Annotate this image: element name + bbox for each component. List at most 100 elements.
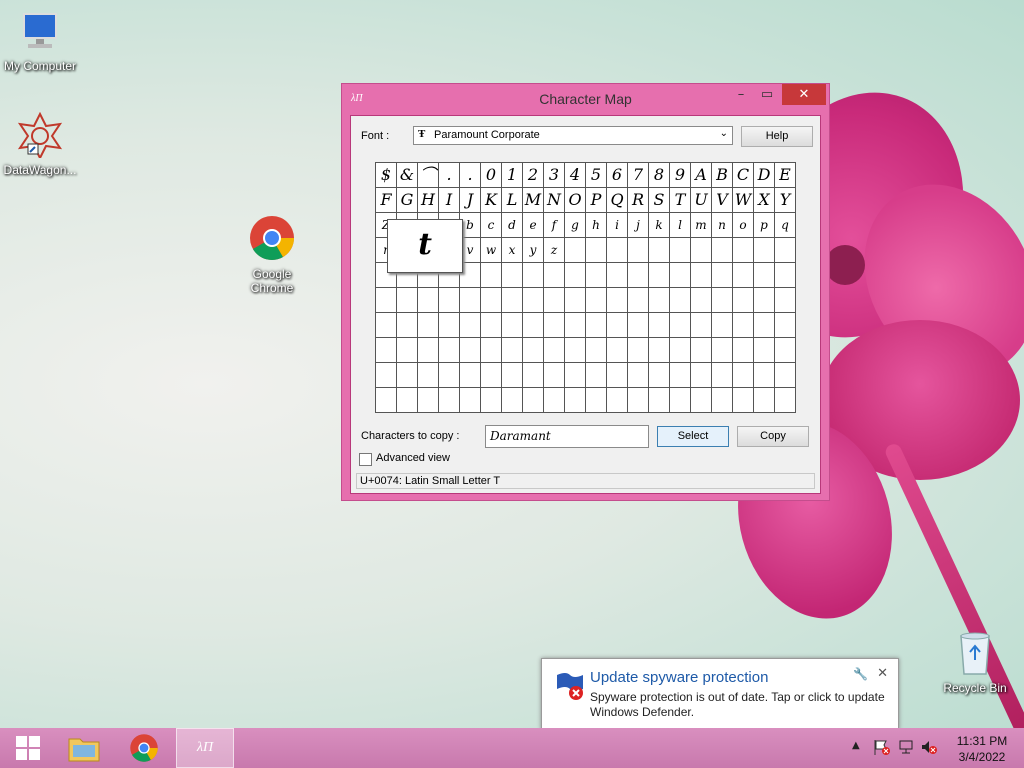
grid-cell[interactable]: z — [544, 238, 565, 263]
grid-cell[interactable] — [523, 263, 544, 288]
grid-cell[interactable] — [649, 313, 670, 338]
grid-cell[interactable] — [481, 288, 502, 313]
grid-cell[interactable] — [775, 388, 796, 413]
grid-cell[interactable] — [523, 363, 544, 388]
grid-cell[interactable]: I — [439, 188, 460, 213]
grid-cell[interactable]: m — [691, 213, 712, 238]
grid-cell[interactable] — [628, 263, 649, 288]
grid-cell[interactable] — [502, 338, 523, 363]
grid-cell[interactable] — [481, 388, 502, 413]
grid-cell[interactable]: l — [670, 213, 691, 238]
grid-cell[interactable]: J — [460, 188, 481, 213]
grid-cell[interactable] — [691, 263, 712, 288]
chars-to-copy-input[interactable]: Daramant — [485, 425, 649, 448]
grid-cell[interactable] — [439, 338, 460, 363]
datawagon-icon[interactable]: DataWagon... — [0, 111, 80, 177]
google-chrome-icon[interactable]: Google Chrome — [232, 214, 312, 295]
grid-cell[interactable] — [649, 263, 670, 288]
grid-cell[interactable]: p — [754, 213, 775, 238]
grid-cell[interactable] — [733, 238, 754, 263]
show-hidden-icons-chevron-icon[interactable]: ▲ — [852, 740, 860, 751]
grid-cell[interactable] — [628, 388, 649, 413]
taskbar-file-explorer[interactable] — [56, 728, 112, 768]
grid-cell[interactable] — [523, 313, 544, 338]
grid-cell[interactable] — [481, 363, 502, 388]
grid-cell[interactable] — [565, 313, 586, 338]
grid-cell[interactable] — [628, 238, 649, 263]
select-button[interactable]: Select — [657, 426, 729, 447]
notification-close-icon[interactable]: ✕ — [877, 666, 888, 681]
grid-cell[interactable] — [586, 338, 607, 363]
grid-cell[interactable]: i — [607, 213, 628, 238]
grid-cell[interactable]: T — [670, 188, 691, 213]
grid-cell[interactable]: Q — [607, 188, 628, 213]
grid-cell[interactable]: D — [754, 163, 775, 188]
grid-cell[interactable] — [670, 313, 691, 338]
grid-cell[interactable] — [460, 288, 481, 313]
grid-cell[interactable] — [607, 288, 628, 313]
grid-cell[interactable] — [628, 363, 649, 388]
grid-cell[interactable]: S — [649, 188, 670, 213]
grid-cell[interactable] — [754, 313, 775, 338]
grid-cell[interactable]: K — [481, 188, 502, 213]
grid-cell[interactable] — [670, 338, 691, 363]
grid-cell[interactable]: B — [712, 163, 733, 188]
grid-cell[interactable] — [397, 363, 418, 388]
grid-cell[interactable] — [775, 238, 796, 263]
grid-cell[interactable]: L — [502, 188, 523, 213]
copy-button[interactable]: Copy — [737, 426, 809, 447]
grid-cell[interactable]: q — [775, 213, 796, 238]
grid-cell[interactable] — [439, 313, 460, 338]
grid-cell[interactable]: P — [586, 188, 607, 213]
grid-cell[interactable] — [544, 338, 565, 363]
grid-cell[interactable]: 2 — [523, 163, 544, 188]
grid-cell[interactable] — [565, 338, 586, 363]
grid-cell[interactable] — [691, 363, 712, 388]
grid-cell[interactable]: . — [439, 163, 460, 188]
grid-cell[interactable] — [502, 388, 523, 413]
grid-cell[interactable] — [775, 313, 796, 338]
volume-muted-icon[interactable] — [920, 738, 938, 760]
grid-cell[interactable] — [418, 363, 439, 388]
grid-cell[interactable] — [565, 288, 586, 313]
grid-cell[interactable] — [376, 338, 397, 363]
grid-cell[interactable]: 9 — [670, 163, 691, 188]
grid-cell[interactable]: M — [523, 188, 544, 213]
grid-cell[interactable]: b — [460, 213, 481, 238]
grid-cell[interactable] — [733, 338, 754, 363]
grid-cell[interactable] — [670, 263, 691, 288]
grid-cell[interactable] — [670, 288, 691, 313]
grid-cell[interactable]: V — [712, 188, 733, 213]
grid-cell[interactable] — [754, 263, 775, 288]
grid-cell[interactable]: 7 — [628, 163, 649, 188]
grid-cell[interactable] — [712, 238, 733, 263]
grid-cell[interactable]: o — [733, 213, 754, 238]
grid-cell[interactable] — [460, 338, 481, 363]
grid-cell[interactable] — [649, 238, 670, 263]
grid-cell[interactable] — [565, 363, 586, 388]
grid-cell[interactable] — [502, 263, 523, 288]
grid-cell[interactable] — [376, 363, 397, 388]
grid-cell[interactable]: 5 — [586, 163, 607, 188]
grid-cell[interactable]: G — [397, 188, 418, 213]
grid-cell[interactable] — [565, 388, 586, 413]
grid-cell[interactable]: W — [733, 188, 754, 213]
grid-cell[interactable] — [775, 288, 796, 313]
grid-cell[interactable] — [754, 363, 775, 388]
grid-cell[interactable] — [376, 388, 397, 413]
grid-cell[interactable] — [418, 388, 439, 413]
grid-cell[interactable]: H — [418, 188, 439, 213]
grid-cell[interactable]: 0 — [481, 163, 502, 188]
grid-cell[interactable] — [586, 288, 607, 313]
grid-cell[interactable]: v — [460, 238, 481, 263]
system-clock[interactable]: 11:31 PM 3/4/2022 — [950, 733, 1014, 765]
grid-cell[interactable] — [733, 313, 754, 338]
grid-cell[interactable] — [775, 338, 796, 363]
grid-cell[interactable] — [607, 363, 628, 388]
grid-cell[interactable]: h — [586, 213, 607, 238]
grid-cell[interactable] — [502, 288, 523, 313]
grid-cell[interactable]: & — [397, 163, 418, 188]
grid-cell[interactable] — [607, 338, 628, 363]
action-center-flag-icon[interactable] — [873, 738, 891, 760]
grid-cell[interactable] — [544, 363, 565, 388]
